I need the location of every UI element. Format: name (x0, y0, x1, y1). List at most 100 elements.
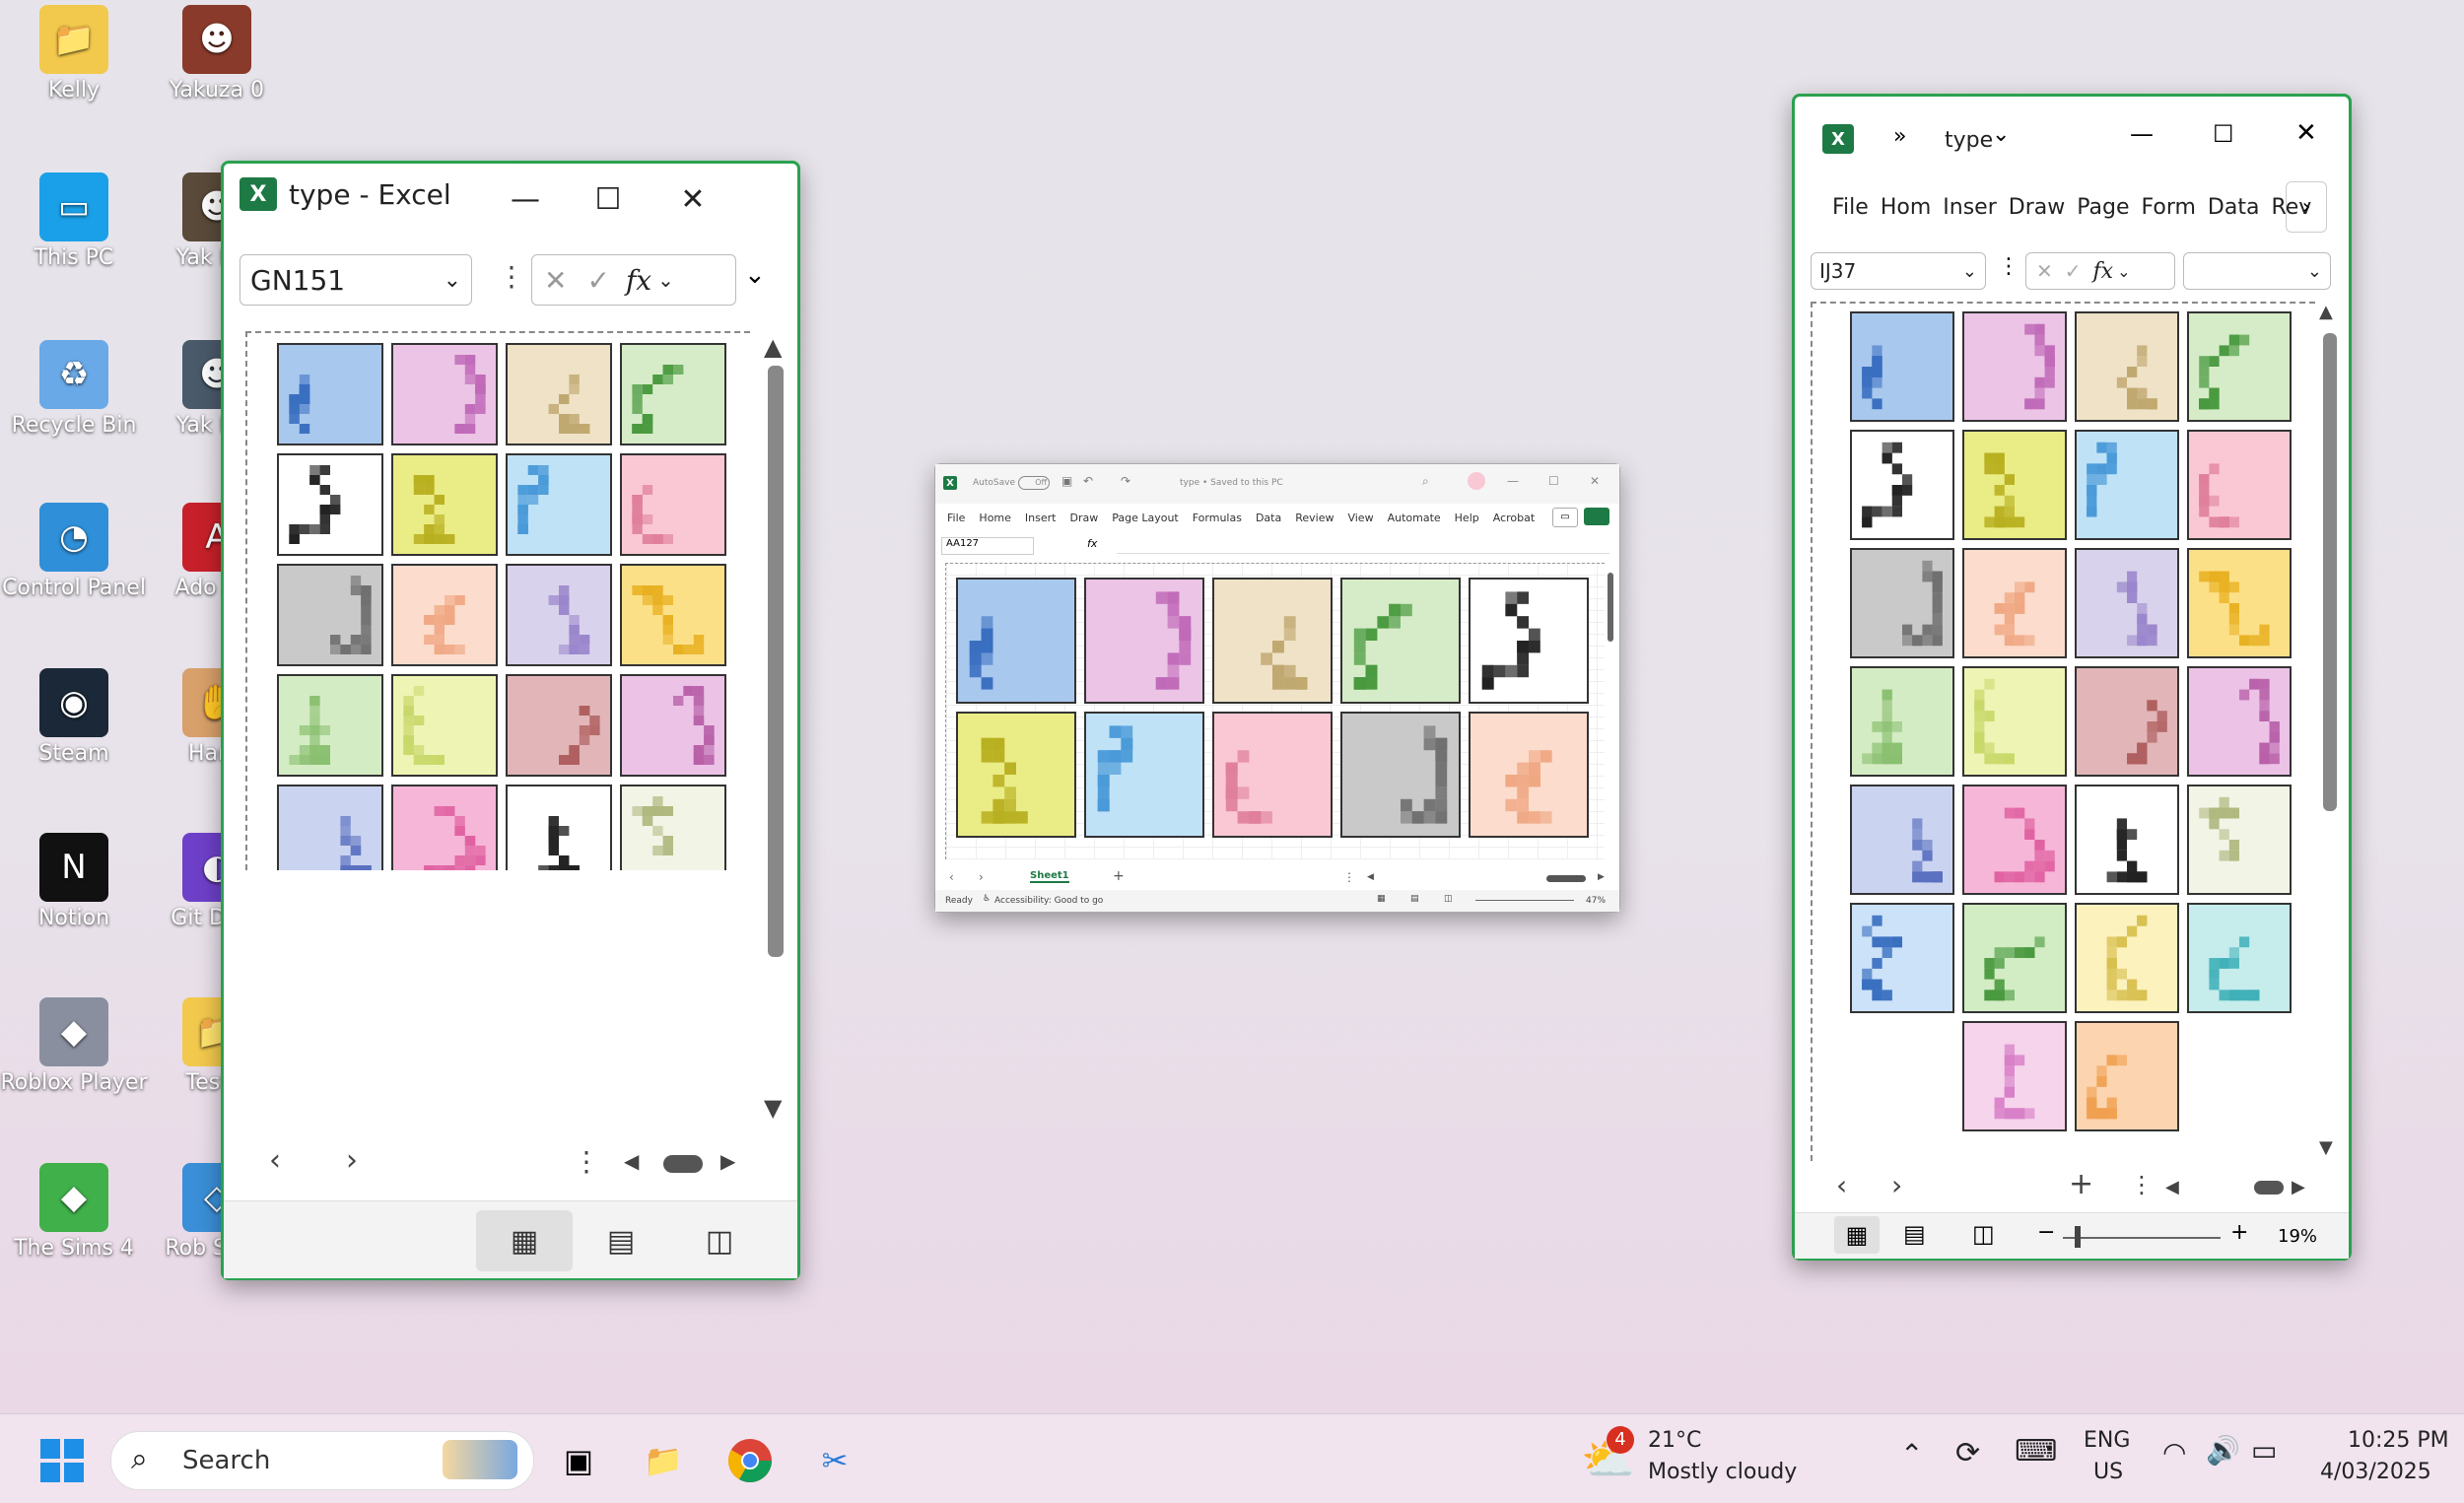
name-box[interactable]: AA127 (941, 537, 1034, 555)
tile-cell[interactable] (1084, 578, 1204, 704)
chevron-down-icon[interactable]: ⌄ (1992, 122, 2010, 147)
more-options-icon[interactable]: ⋮ (1998, 254, 2019, 279)
worksheet-grid[interactable] (945, 563, 1605, 859)
more-options-icon[interactable]: ⋮ (2130, 1171, 2154, 1198)
tile-cell[interactable] (1850, 903, 1954, 1013)
snipping-tool-icon[interactable]: ✂ (808, 1434, 861, 1487)
ribbon-tab[interactable]: Draw (2009, 195, 2065, 220)
accessibility-status[interactable]: Accessibility: Good to go (994, 896, 1103, 906)
horizontal-scrollbar[interactable] (2254, 1181, 2284, 1195)
tile-cell[interactable] (1962, 430, 2067, 540)
tile-cell[interactable] (391, 453, 498, 556)
page-layout-view-icon[interactable]: ▤ (590, 1210, 651, 1271)
zoom-slider[interactable] (1475, 900, 1574, 901)
maximize-button[interactable]: ☐ (2213, 120, 2234, 148)
desktop-icon[interactable]: ◆ Roblox Player (0, 997, 148, 1096)
maximize-button[interactable]: ☐ (1548, 474, 1559, 488)
prev-sheet-icon[interactable]: ‹ (1836, 1169, 1847, 1201)
undo-icon[interactable]: ↶ (1083, 474, 1093, 488)
chevron-down-icon[interactable]: ⌄ (1962, 261, 1977, 282)
window-title[interactable]: type (1945, 128, 1993, 153)
tile-cell[interactable] (2187, 903, 2292, 1013)
page-layout-view-icon[interactable]: ▤ (1410, 894, 1419, 904)
language-indicator[interactable]: ENG (2084, 1428, 2130, 1453)
next-sheet-icon[interactable]: › (346, 1143, 358, 1178)
enter-icon[interactable]: ✓ (586, 264, 609, 297)
tile-cell[interactable] (620, 343, 726, 445)
page-break-view-icon[interactable]: ◫ (1972, 1220, 1995, 1248)
scroll-left-icon[interactable]: ◀ (2165, 1177, 2179, 1197)
ribbon-tab[interactable]: Formulas (1193, 512, 1242, 524)
tile-cell[interactable] (506, 564, 612, 666)
tile-cell[interactable] (956, 578, 1076, 704)
excel-window-right[interactable]: X » type ⌄ — ☐ ✕ File Hom Inser Draw Page For… (1792, 94, 2352, 1261)
volume-icon[interactable]: 🔊 (2206, 1434, 2240, 1467)
normal-view-icon[interactable]: ▦ (1377, 894, 1386, 904)
desktop-icon[interactable]: ◔ Control Panel (0, 503, 148, 601)
tile-cell[interactable] (1850, 548, 1954, 658)
tile-cell[interactable] (277, 564, 383, 666)
tile-cell[interactable] (1340, 578, 1461, 704)
tile-cell[interactable] (391, 674, 498, 777)
chevron-down-icon[interactable]: ⌄ (2117, 262, 2130, 281)
minimize-button[interactable]: — (1507, 474, 1519, 488)
maximize-button[interactable]: ☐ (579, 179, 638, 219)
tile-cell[interactable] (2187, 666, 2292, 777)
tile-cell[interactable] (506, 453, 612, 556)
horizontal-scrollbar[interactable] (1546, 875, 1586, 882)
keyboard-icon[interactable]: ⌨ (2015, 1434, 2057, 1469)
close-button[interactable]: ✕ (1590, 474, 1600, 488)
function-icon[interactable]: fx (1087, 537, 1097, 550)
tile-cell[interactable] (620, 453, 726, 556)
comments-icon[interactable]: ▭ (1552, 508, 1578, 527)
task-view-icon[interactable]: ▣ (552, 1434, 605, 1487)
vertical-scrollbar[interactable] (1608, 573, 1613, 642)
ribbon-tab[interactable]: Page (2077, 195, 2129, 220)
wifi-icon[interactable]: ◠ (2162, 1436, 2186, 1469)
tile-cell[interactable] (2075, 311, 2179, 422)
enter-icon[interactable]: ✓ (2065, 259, 2082, 283)
zoom-level[interactable]: 19% (2278, 1226, 2317, 1247)
ribbon-tab[interactable]: Form (2141, 195, 2195, 220)
tile-cell[interactable] (506, 343, 612, 445)
search-icon[interactable]: ⌕ (1422, 474, 1429, 489)
ribbon-tab[interactable]: Data (2208, 195, 2260, 220)
tile-cell[interactable] (391, 343, 498, 445)
chevron-down-icon[interactable]: ⌄ (2307, 261, 2322, 282)
search-box[interactable]: ⌕ Search (110, 1431, 534, 1490)
scroll-left-icon[interactable]: ◀ (1367, 872, 1374, 882)
tile-cell[interactable] (1469, 578, 1589, 704)
tile-cell[interactable] (1084, 712, 1204, 838)
tile-cell[interactable] (506, 785, 612, 870)
tile-cell[interactable] (1212, 578, 1333, 704)
normal-view-icon[interactable]: ▦ (476, 1210, 573, 1271)
tile-cell[interactable] (1212, 712, 1333, 838)
ribbon-tab[interactable]: Automate (1388, 512, 1441, 524)
file-explorer-icon[interactable]: 📁 (637, 1434, 690, 1487)
chrome-icon[interactable] (723, 1434, 777, 1487)
tile-cell[interactable] (1850, 430, 1954, 540)
tile-cell[interactable] (2075, 548, 2179, 658)
tile-cell[interactable] (2187, 430, 2292, 540)
tile-cell[interactable] (1962, 785, 2067, 895)
tile-cell[interactable] (1962, 548, 2067, 658)
tile-cell[interactable] (620, 564, 726, 666)
tile-cell[interactable] (2075, 1021, 2179, 1131)
tile-cell[interactable] (2187, 548, 2292, 658)
page-layout-view-icon[interactable]: ▤ (1903, 1220, 1926, 1248)
desktop-icon[interactable]: ☻ Yakuza 0 (143, 5, 291, 103)
more-options-icon[interactable]: ⋮ (573, 1145, 600, 1178)
excel-window-left[interactable]: X type - Excel — ☐ ✕ GN151 ⌄ ⋮ ✕ ✓ fx ⌄ … (221, 161, 800, 1280)
scroll-down-icon[interactable]: ▼ (764, 1094, 782, 1122)
scroll-up-icon[interactable]: ▲ (764, 333, 782, 361)
ribbon-tab[interactable]: Help (1455, 512, 1479, 524)
chevron-down-icon[interactable]: ⌄ (657, 268, 674, 292)
clock-date[interactable]: 4/03/2025 (2320, 1460, 2431, 1484)
tile-cell[interactable] (1962, 903, 2067, 1013)
vertical-scrollbar[interactable] (768, 366, 784, 957)
start-button[interactable] (35, 1434, 89, 1487)
ribbon-tab[interactable]: Review (1295, 512, 1334, 524)
tile-cell[interactable] (277, 674, 383, 777)
ribbon-tab[interactable]: Hom (1881, 195, 1931, 220)
tile-cell[interactable] (1469, 712, 1589, 838)
